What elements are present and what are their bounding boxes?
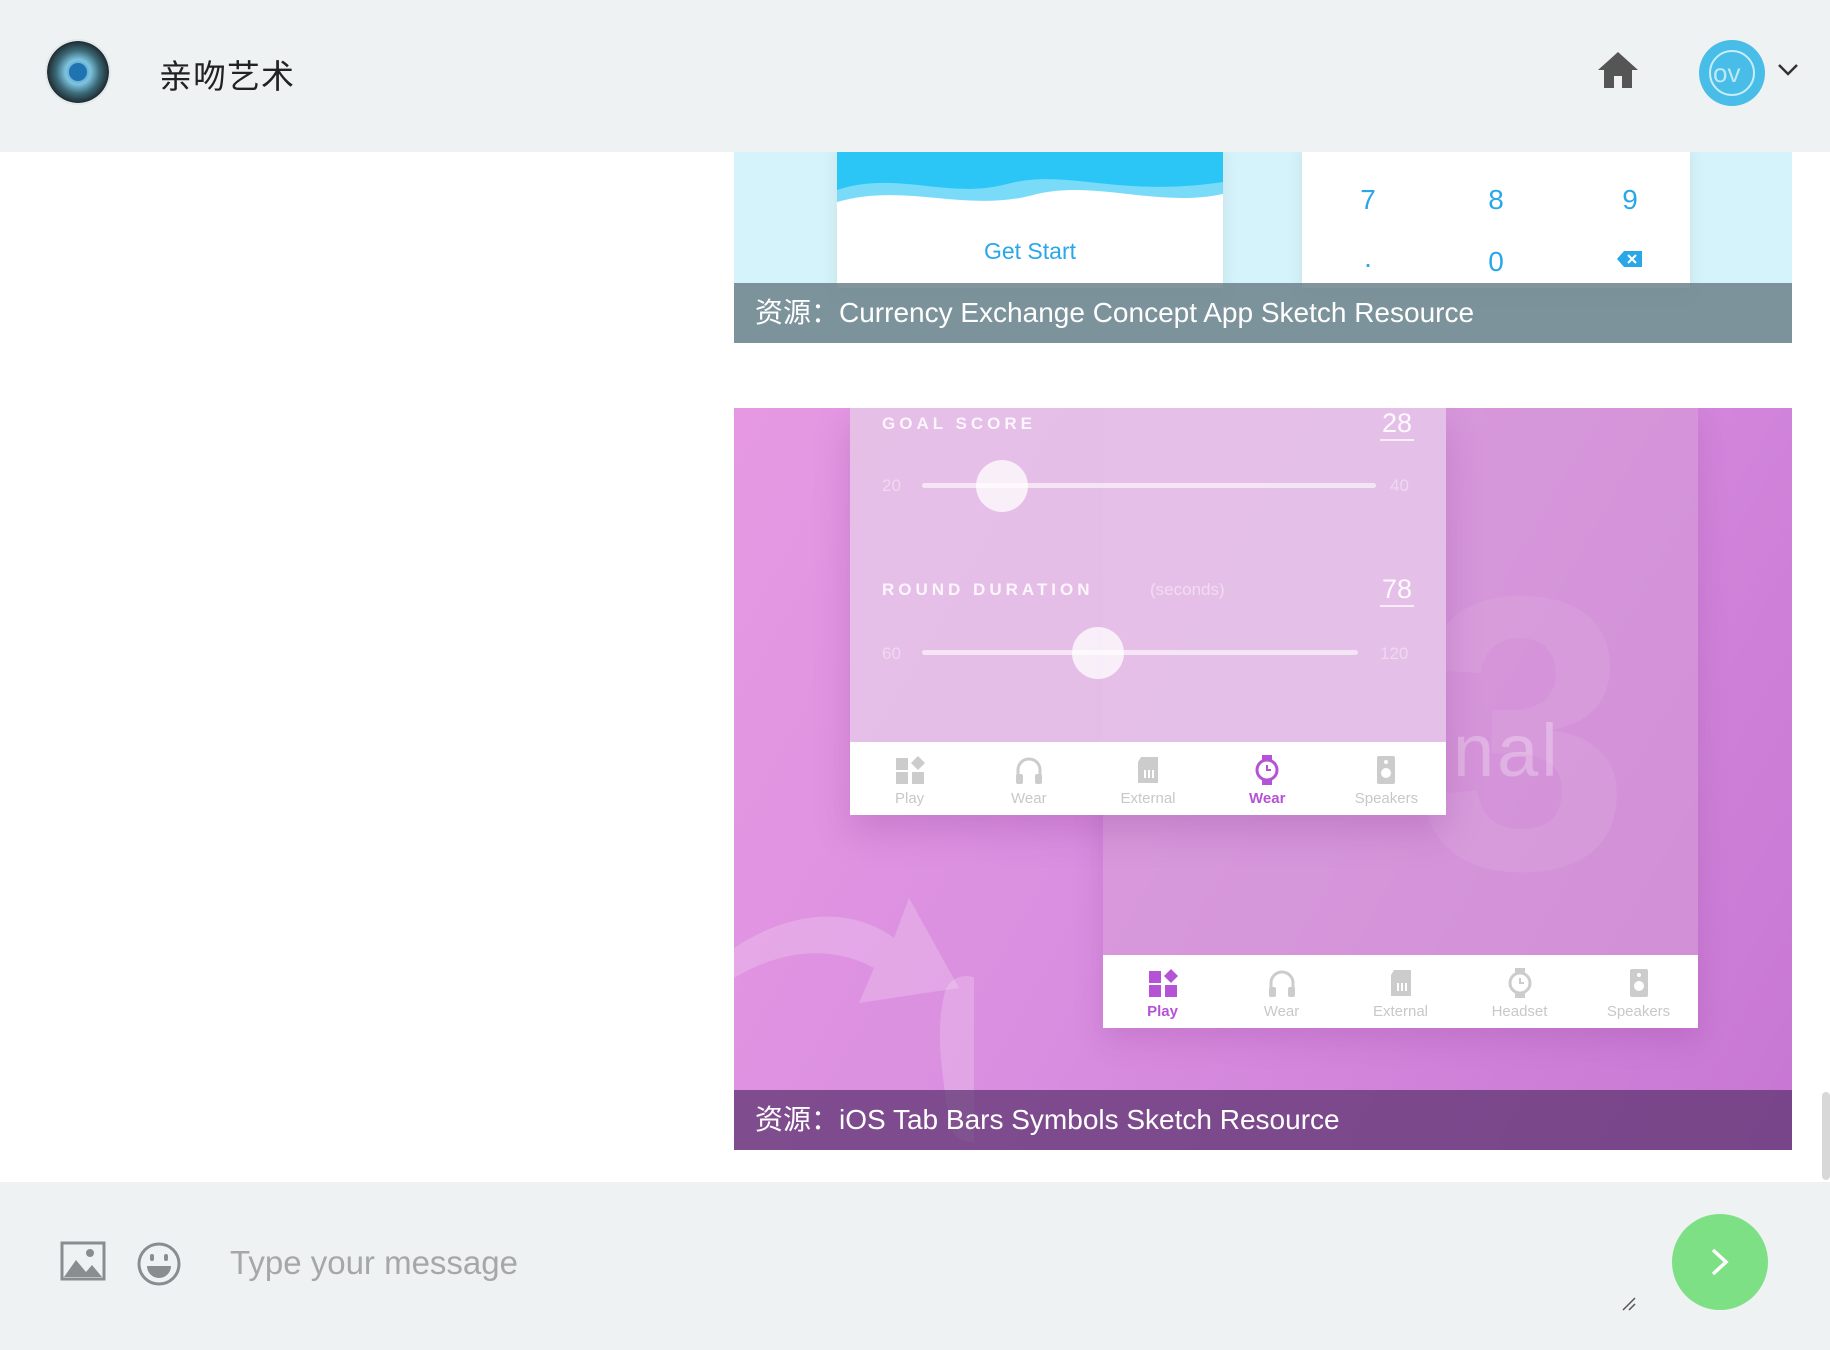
background-text: nal — [1453, 709, 1561, 792]
watch-icon — [1508, 968, 1531, 998]
chevron-down-icon[interactable] — [1775, 60, 1801, 80]
tab-play: Play — [850, 742, 969, 815]
chevron-right-icon — [1711, 1248, 1729, 1276]
key-dot: . — [1364, 242, 1372, 273]
tab-wear: Wear — [1222, 955, 1341, 1028]
key-9: 9 — [1622, 184, 1638, 215]
image-icon[interactable] — [60, 1240, 106, 1282]
tab-headset: Headset — [1460, 955, 1579, 1028]
emoji-icon[interactable] — [136, 1241, 182, 1287]
home-icon[interactable] — [1594, 46, 1642, 94]
tab-label: Wear — [1249, 790, 1286, 807]
headphones-icon — [1015, 757, 1042, 784]
tab-label: External — [1120, 790, 1176, 807]
tab-label: External — [1372, 1003, 1429, 1020]
backspace-icon — [1616, 250, 1644, 273]
grid-icon — [895, 756, 925, 784]
tab-external: External — [1341, 955, 1460, 1028]
round-max-label: 120 — [1380, 644, 1409, 663]
goal-score-label: GOAL SCORE — [882, 414, 1036, 433]
round-slider-thumb — [1072, 627, 1124, 679]
caption-prefix: 资源： — [755, 297, 840, 328]
send-button[interactable] — [1672, 1214, 1768, 1310]
scrollbar-thumb[interactable] — [1822, 1092, 1830, 1180]
tab-bar-back: Play Wear External Headset Speakers — [1103, 955, 1698, 1028]
tab-label: Play — [1147, 1003, 1178, 1020]
tab-label: Wear — [1263, 1003, 1300, 1020]
round-slider-track — [922, 650, 1358, 655]
app-title: 亲吻艺术 — [159, 58, 295, 95]
round-duration-unit: (seconds) — [1150, 580, 1225, 599]
key-8: 8 — [1488, 184, 1504, 215]
grid-icon — [1148, 969, 1178, 997]
goal-min-label: 20 — [882, 476, 901, 495]
tab-wear-watch: Wear — [1208, 742, 1327, 815]
tab-wear: Wear — [969, 742, 1088, 815]
caption-title: iOS Tab Bars Symbols Sketch Resource — [839, 1104, 1340, 1135]
currency-screen-mock: Get Start — [837, 152, 1223, 288]
tab-label: Play — [895, 790, 925, 807]
keypad-mock: 7 8 9 . 0 — [1302, 152, 1690, 288]
chat-area[interactable]: Get Start 7 8 9 . 0 资源：Currency Exchange… — [0, 152, 1830, 1182]
tab-label: Headset — [1491, 1003, 1548, 1020]
key-0: 0 — [1488, 246, 1504, 277]
sd-card-icon — [1390, 970, 1411, 996]
tab-speakers: Speakers — [1579, 955, 1698, 1028]
round-duration-value: 78 — [1380, 574, 1414, 607]
app-logo-icon[interactable] — [47, 41, 109, 103]
tab-play: Play — [1103, 955, 1222, 1028]
user-avatar[interactable]: ov — [1699, 40, 1765, 106]
headphones-icon — [1268, 970, 1295, 997]
image-message[interactable]: 3 nal Play Wear External Headset — [734, 408, 1792, 1150]
goal-max-label: 40 — [1390, 476, 1409, 495]
wave-graphic — [837, 152, 1223, 222]
tab-label: Speakers — [1606, 1003, 1671, 1020]
message-composer — [0, 1182, 1830, 1350]
key-7: 7 — [1360, 184, 1376, 215]
message-input[interactable] — [230, 1222, 1635, 1322]
round-duration-label: ROUND DURATION — [882, 580, 1094, 599]
image-message[interactable]: Get Start 7 8 9 . 0 资源：Currency Exchange… — [734, 152, 1792, 343]
tab-bar-front: Play Wear External Wear Speakers — [850, 742, 1446, 815]
tab-label: Wear — [1011, 790, 1047, 807]
caption-title: Currency Exchange Concept App Sketch Res… — [839, 297, 1475, 328]
watch-icon — [1255, 755, 1279, 785]
get-start-label: Get Start — [983, 238, 1077, 264]
speaker-icon — [1377, 756, 1396, 784]
avatar-text: ov — [1713, 58, 1741, 88]
goal-score-value: 28 — [1380, 408, 1414, 441]
tab-external: External — [1088, 742, 1207, 815]
app-header: 亲吻艺术 ov — [0, 0, 1830, 152]
caption-prefix: 资源： — [755, 1104, 840, 1135]
front-phone-mock: GOAL SCORE 28 20 40 ROUND DURATION (seco… — [850, 408, 1446, 815]
goal-slider-thumb — [976, 460, 1028, 512]
speaker-icon — [1629, 969, 1648, 997]
image-caption: 资源：Currency Exchange Concept App Sketch … — [734, 283, 1792, 343]
sd-card-icon — [1138, 757, 1158, 783]
resize-handle-icon[interactable] — [1620, 1295, 1638, 1313]
tab-speakers: Speakers — [1327, 742, 1446, 815]
image-caption: 资源：iOS Tab Bars Symbols Sketch Resource — [734, 1090, 1792, 1150]
round-min-label: 60 — [882, 644, 901, 663]
tab-label: Speakers — [1354, 790, 1419, 807]
